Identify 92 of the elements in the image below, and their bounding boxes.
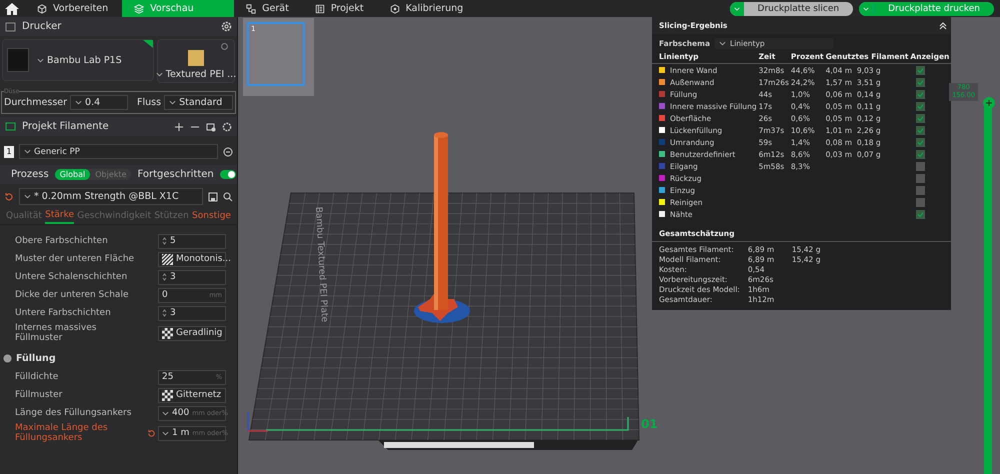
chevron-down-icon	[24, 194, 31, 199]
nav-tab[interactable]: Kalibrierung	[378, 0, 478, 17]
calibration-icon	[390, 4, 400, 14]
add-icon[interactable]	[174, 122, 184, 132]
chevron-down-icon	[162, 430, 169, 436]
advanced-switch[interactable]	[220, 170, 236, 179]
section-title: Prozess	[11, 169, 49, 180]
chevron-down-icon	[75, 100, 82, 105]
filament-dropdown[interactable]: Generic PP	[19, 144, 218, 159]
settings-tab[interactable]: Stärke	[45, 209, 74, 224]
section-title: Drucker	[22, 21, 62, 32]
visibility-checkbox[interactable]	[916, 126, 926, 134]
pattern-dropdown[interactable]: Geradlinig	[158, 326, 226, 340]
selected-corner-icon	[143, 40, 153, 48]
axes-icon	[247, 411, 269, 432]
diagonal-lines-icon	[162, 254, 173, 264]
spin-arrows-icon[interactable]	[162, 236, 167, 246]
visibility-checkbox[interactable]	[916, 210, 926, 218]
remove-circle-icon[interactable]	[223, 146, 233, 156]
slider-handle[interactable]	[983, 97, 995, 109]
field-label: Fluss	[137, 97, 162, 108]
visibility-checkbox[interactable]	[916, 138, 926, 146]
layers-icon	[134, 4, 144, 14]
visibility-checkbox[interactable]	[916, 102, 926, 110]
nav-tab[interactable]: Gerät	[234, 0, 303, 17]
nav-tab[interactable]: Vorbereiten	[25, 0, 122, 17]
setting-label: Muster der unteren Fläche	[15, 254, 136, 264]
setting-label: Untere Farbschichten	[15, 308, 112, 318]
collapse-icon[interactable]	[939, 22, 948, 30]
chevron-down-icon	[37, 58, 44, 62]
cube-icon	[37, 4, 47, 14]
setting-label: Länge des Füllungsankers	[15, 408, 132, 418]
filament-sync-icon[interactable]	[206, 122, 216, 132]
printer-icon	[5, 21, 16, 32]
plate-number: 01	[641, 417, 658, 431]
setting-label: Obere Farbschichten	[15, 236, 109, 246]
spin-field[interactable]: 3	[158, 270, 226, 284]
setting-label: Dicke der unteren Schale	[15, 290, 130, 300]
section-title: Projekt Filamente	[22, 121, 110, 132]
setting-label: Internes massives Füllmuster	[15, 323, 98, 343]
setting-label: Maximale Länge des Füllungsankers	[15, 423, 109, 443]
filament-icon	[5, 121, 16, 132]
chevron-down-icon	[169, 100, 176, 105]
printer-selector[interactable]: Bambu Lab P1S	[2, 39, 154, 81]
setting-label: Untere Schalenschichten	[15, 272, 128, 282]
reset-icon[interactable]	[147, 428, 156, 438]
infill-icon	[3, 354, 12, 363]
flow-dropdown[interactable]: Standard	[164, 95, 233, 110]
visibility-checkbox[interactable]	[916, 114, 926, 122]
document-icon	[314, 4, 325, 14]
spin-arrows-icon[interactable]	[162, 272, 167, 282]
section-heading: Füllung	[16, 353, 56, 364]
spin-field[interactable]: 3	[158, 306, 226, 320]
visibility-checkbox[interactable]	[916, 66, 926, 74]
checker-pattern-icon	[162, 328, 173, 338]
filament-number: 1	[4, 146, 14, 158]
spin-arrows-icon[interactable]	[162, 308, 167, 318]
plate-label: Bambu Textured PEI Plate	[313, 206, 330, 322]
settings-icon[interactable]	[222, 122, 232, 132]
reset-icon[interactable]	[4, 192, 14, 202]
visibility-checkbox[interactable]	[916, 150, 926, 158]
info-icon[interactable]	[221, 43, 228, 50]
chevron-down-icon	[734, 6, 740, 10]
checker-pattern-icon	[162, 390, 173, 400]
visibility-checkbox[interactable]	[916, 198, 926, 206]
plate-type-selector[interactable]: Textured PEI ...	[157, 39, 235, 83]
advanced-label: Fortgeschritten	[137, 169, 214, 180]
pattern-dropdown[interactable]: Gitternetz	[158, 388, 226, 402]
visibility-checkbox[interactable]	[916, 186, 926, 194]
setting-label: Fülldichte	[15, 372, 60, 382]
save-icon[interactable]	[208, 192, 218, 202]
chevron-down-icon	[156, 72, 163, 77]
visibility-checkbox[interactable]	[916, 78, 926, 86]
field-label: Durchmesser	[4, 97, 68, 108]
settings-tab[interactable]: Sonstige	[192, 209, 231, 224]
diameter-dropdown[interactable]: 0.4	[70, 95, 128, 110]
visibility-checkbox[interactable]	[916, 90, 926, 98]
settings-icon[interactable]	[221, 21, 232, 32]
chevron-down-icon	[162, 410, 169, 416]
search-icon[interactable]	[223, 192, 233, 202]
preset-dropdown[interactable]: * 0.20mm Strength @BBL X1C	[19, 188, 203, 205]
chevron-down-icon	[719, 41, 726, 46]
spin-field[interactable]: 5	[158, 234, 226, 248]
device-icon	[246, 4, 256, 14]
visibility-checkbox[interactable]	[916, 162, 926, 170]
setting-label: Füllmuster	[15, 390, 64, 400]
chevron-down-icon	[24, 149, 31, 154]
slice-plate-button[interactable]: Druckplatte slicen	[730, 2, 854, 16]
nav-tab[interactable]: Projekt	[302, 0, 378, 17]
chevron-down-icon	[863, 6, 870, 10]
home-icon[interactable]	[5, 2, 19, 14]
visibility-checkbox[interactable]	[916, 174, 926, 182]
